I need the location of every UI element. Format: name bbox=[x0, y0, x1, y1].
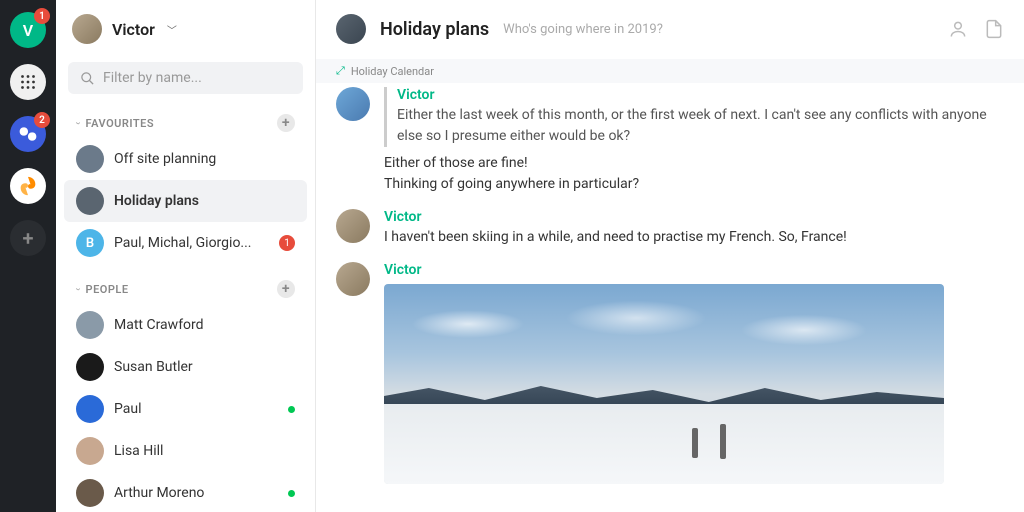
person-avatar bbox=[76, 353, 104, 381]
person-avatar bbox=[76, 437, 104, 465]
members-icon[interactable] bbox=[948, 19, 968, 39]
user-avatar bbox=[72, 14, 102, 44]
sidebar-header[interactable]: Victor ﹀ bbox=[56, 0, 315, 58]
message-avatar[interactable] bbox=[336, 87, 370, 121]
workspace-badge: 2 bbox=[34, 112, 50, 128]
message-avatar[interactable] bbox=[336, 209, 370, 243]
message-image[interactable] bbox=[384, 284, 944, 484]
message-body: Victor bbox=[384, 262, 1004, 484]
people-section: › PEOPLE + Matt Crawford Susan Butler Pa… bbox=[56, 274, 315, 512]
online-status-icon bbox=[288, 406, 295, 413]
main-panel: Holiday plans Who's going where in 2019?… bbox=[316, 0, 1024, 512]
room-title: Holiday plans bbox=[380, 19, 489, 40]
quote-text: Either the last week of this month, or t… bbox=[397, 105, 1004, 147]
add-favourite-button[interactable]: + bbox=[277, 114, 295, 132]
message-body: Victor Either the last week of this mont… bbox=[384, 87, 1004, 195]
workspace-rail: V 1 2 + bbox=[0, 0, 56, 512]
message-avatar[interactable] bbox=[336, 262, 370, 296]
person-name: Susan Butler bbox=[114, 359, 295, 375]
grid-dots-icon bbox=[17, 71, 39, 93]
people-header[interactable]: › PEOPLE + bbox=[64, 274, 307, 304]
workspace-letter: V bbox=[23, 21, 33, 40]
person-name: Matt Crawford bbox=[114, 317, 295, 333]
add-workspace-button[interactable]: + bbox=[10, 220, 46, 256]
unread-badge: 1 bbox=[279, 235, 295, 251]
message-body: Victor I haven't been skiing in a while,… bbox=[384, 209, 1004, 248]
chevron-down-icon: ﹀ bbox=[167, 22, 177, 37]
person-name: Lisa Hill bbox=[114, 443, 295, 459]
person-avatar bbox=[76, 311, 104, 339]
swirl-icon bbox=[17, 175, 39, 197]
room-avatar bbox=[76, 145, 104, 173]
add-person-button[interactable]: + bbox=[277, 280, 295, 298]
message-quote: Victor Either the last week of this mont… bbox=[384, 87, 1004, 147]
person-name: Paul bbox=[114, 401, 278, 417]
room-name: Paul, Michal, Giorgio... bbox=[114, 235, 269, 251]
message-text: I haven't been skiing in a while, and ne… bbox=[384, 227, 1004, 248]
sidebar-item-offsite[interactable]: Off site planning bbox=[64, 138, 307, 180]
room-avatar: B bbox=[76, 229, 104, 257]
filter-input[interactable] bbox=[103, 70, 291, 86]
app-icon bbox=[18, 124, 38, 144]
favourites-header[interactable]: › FAVOURITES + bbox=[64, 108, 307, 138]
room-topic: Who's going where in 2019? bbox=[503, 22, 663, 37]
workspace-item-4[interactable] bbox=[10, 168, 46, 204]
sidebar-person-paul[interactable]: Paul bbox=[64, 388, 307, 430]
room-header: Holiday plans Who's going where in 2019? bbox=[316, 0, 1024, 59]
message-author: Victor bbox=[384, 262, 1004, 278]
message: Victor Either the last week of this mont… bbox=[336, 87, 1004, 195]
files-icon[interactable] bbox=[984, 19, 1004, 39]
workspace-item-2[interactable] bbox=[10, 64, 46, 100]
workspace-victor[interactable]: V 1 bbox=[10, 12, 46, 48]
filter-search[interactable] bbox=[68, 62, 303, 94]
room-name: Holiday plans bbox=[114, 193, 295, 209]
room-name: Off site planning bbox=[114, 151, 295, 167]
message-list: Victor Either the last week of this mont… bbox=[316, 83, 1024, 512]
username: Victor bbox=[112, 20, 155, 39]
favourites-section: › FAVOURITES + Off site planning Holiday… bbox=[56, 108, 315, 264]
sidebar-item-holiday-plans[interactable]: Holiday plans bbox=[64, 180, 307, 222]
section-label: PEOPLE bbox=[86, 283, 129, 296]
widget-banner[interactable]: ⤢ Holiday Calendar bbox=[316, 59, 1024, 83]
search-icon bbox=[80, 71, 95, 86]
sidebar-person-arthur[interactable]: Arthur Moreno bbox=[64, 472, 307, 512]
message: Victor I haven't been skiing in a while,… bbox=[336, 209, 1004, 248]
chevron-down-icon: › bbox=[72, 287, 83, 291]
message-text: Either of those are fine! Thinking of go… bbox=[384, 153, 1004, 195]
chevron-down-icon: › bbox=[72, 121, 83, 125]
section-label: FAVOURITES bbox=[86, 117, 155, 130]
person-avatar bbox=[76, 479, 104, 507]
expand-icon[interactable]: ⤢ bbox=[336, 64, 345, 78]
room-avatar bbox=[336, 14, 366, 44]
banner-label: Holiday Calendar bbox=[351, 65, 434, 78]
sidebar: Victor ﹀ › FAVOURITES + Off site plannin… bbox=[56, 0, 316, 512]
header-actions bbox=[948, 19, 1004, 39]
message-author: Victor bbox=[384, 209, 1004, 225]
quote-author: Victor bbox=[397, 87, 1004, 103]
workspace-item-3[interactable]: 2 bbox=[10, 116, 46, 152]
message: Victor bbox=[336, 262, 1004, 484]
online-status-icon bbox=[288, 490, 295, 497]
sidebar-item-group[interactable]: B Paul, Michal, Giorgio... 1 bbox=[64, 222, 307, 264]
room-avatar bbox=[76, 187, 104, 215]
person-name: Arthur Moreno bbox=[114, 485, 278, 501]
sidebar-person-lisa[interactable]: Lisa Hill bbox=[64, 430, 307, 472]
workspace-badge: 1 bbox=[34, 8, 50, 24]
person-avatar bbox=[76, 395, 104, 423]
sidebar-person-susan[interactable]: Susan Butler bbox=[64, 346, 307, 388]
sidebar-person-matt[interactable]: Matt Crawford bbox=[64, 304, 307, 346]
